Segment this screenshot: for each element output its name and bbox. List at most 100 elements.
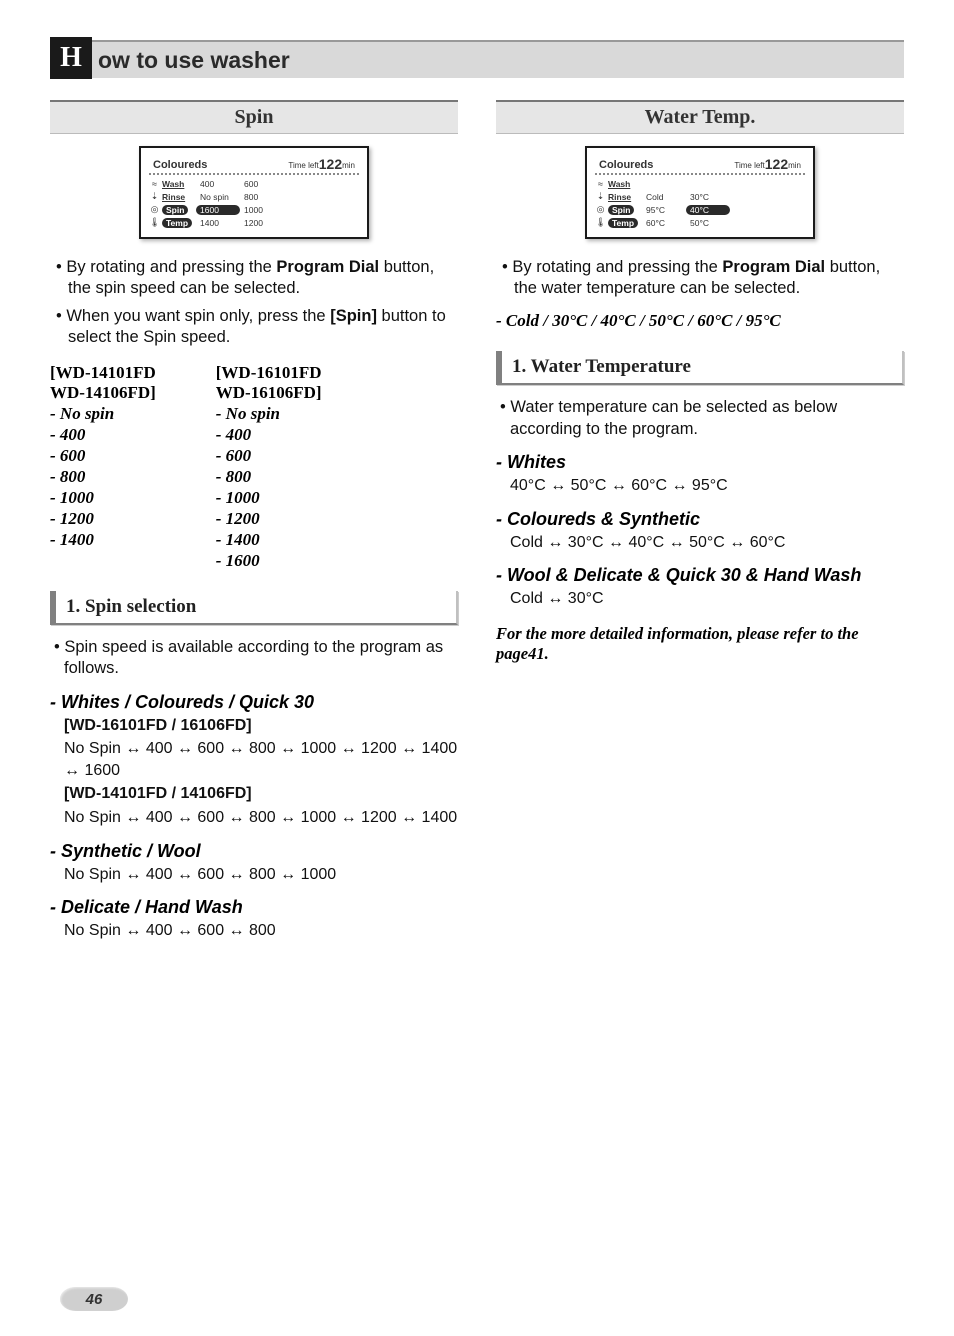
lcd-icon: ◎ bbox=[595, 204, 606, 215]
program-heading: - Wool & Delicate & Quick 30 & Hand Wash bbox=[496, 565, 904, 586]
model-name: WD-14106FD] bbox=[50, 383, 156, 403]
model-name: [WD-14101FD bbox=[50, 363, 156, 383]
spin-options-table: [WD-14101FDWD-14106FD]- No spin- 400- 60… bbox=[50, 363, 458, 571]
water-temp-desc: • Water temperature can be selected as b… bbox=[496, 397, 904, 440]
lcd-vals-row: 95°C40°C bbox=[642, 203, 805, 216]
lcd-label: Temp bbox=[162, 218, 192, 228]
lcd-value: 95°C bbox=[642, 205, 686, 215]
bullet-item: • By rotating and pressing the Program D… bbox=[50, 257, 458, 300]
spin-option: - No spin bbox=[50, 404, 156, 424]
spin-option: - No spin bbox=[216, 404, 322, 424]
lcd-value: 50°C bbox=[686, 218, 730, 228]
lcd-row-label: ◎Spin bbox=[595, 203, 638, 216]
page-number: 46 bbox=[60, 1287, 128, 1311]
lcd-value: 1200 bbox=[240, 218, 284, 228]
program-heading: - Delicate / Hand Wash bbox=[50, 897, 458, 918]
header-initial: H bbox=[50, 37, 92, 79]
spin-option: - 1200 bbox=[216, 509, 322, 529]
program-line: Cold ↔ 30°C bbox=[510, 588, 904, 610]
lcd-row-label: ⇣Rinse bbox=[595, 190, 638, 203]
lcd-icon: ≈ bbox=[595, 179, 606, 189]
lcd-row-label: ≈Wash bbox=[149, 177, 192, 190]
left-column: Spin Coloureds Time left122min ≈Wash⇣Rin… bbox=[50, 100, 458, 944]
lcd-value: 30°C bbox=[686, 192, 730, 202]
program-heading: - Whites / Coloureds / Quick 30 bbox=[50, 692, 458, 713]
spin-option: - 1000 bbox=[216, 488, 322, 508]
program-heading: - Coloureds & Synthetic bbox=[496, 509, 904, 530]
program-line: Cold ↔ 30°C ↔ 40°C ↔ 50°C ↔ 60°C bbox=[510, 532, 904, 554]
header-title: ow to use washer bbox=[98, 47, 290, 74]
program-line: No Spin ↔ 400 ↔ 600 ↔ 800 ↔ 1000 ↔ 1200 … bbox=[64, 807, 458, 829]
lcd-value: 60°C bbox=[642, 218, 686, 228]
lcd-time: Time left122min bbox=[288, 156, 355, 172]
spin-option: - 1400 bbox=[216, 530, 322, 550]
lcd-value: 1000 bbox=[240, 205, 284, 215]
subheading-water-temperature: 1. Water Temperature bbox=[496, 351, 904, 385]
program-list-left: - Whites / Coloureds / Quick 30[WD-16101… bbox=[50, 692, 458, 942]
lcd-program: Coloureds bbox=[153, 159, 207, 171]
lcd-vals-row: 16001000 bbox=[196, 203, 359, 216]
program-line: 40°C ↔ 50°C ↔ 60°C ↔ 95°C bbox=[510, 475, 904, 497]
lcd-rows: ≈Wash⇣Rinse◎Spin🌡TempCold30°C95°C40°C60°… bbox=[595, 177, 805, 229]
lcd-panel-temp: Coloureds Time left122min ≈Wash⇣Rinse◎Sp… bbox=[585, 146, 815, 239]
page: H ow to use washer Spin Coloureds Time l… bbox=[0, 0, 954, 1336]
lcd-row-label: ⇣Rinse bbox=[149, 190, 192, 203]
lcd-icon: 🌡 bbox=[149, 217, 160, 228]
section-title-spin: Spin bbox=[50, 100, 458, 134]
lcd-panel-spin: Coloureds Time left122min ≈Wash⇣Rinse◎Sp… bbox=[139, 146, 369, 239]
lcd-row-label: 🌡Temp bbox=[149, 216, 192, 229]
lcd-value: 600 bbox=[240, 179, 284, 189]
spin-option: - 600 bbox=[216, 446, 322, 466]
spin-option: - 400 bbox=[216, 425, 322, 445]
right-column: Water Temp. Coloureds Time left122min ≈W… bbox=[496, 100, 904, 944]
program-line: [WD-16101FD / 16106FD] bbox=[64, 715, 458, 737]
spin-option: - 800 bbox=[216, 467, 322, 487]
lcd-label: Wash bbox=[608, 179, 630, 189]
lcd-label: Rinse bbox=[608, 192, 631, 202]
detail-reference: For the more detailed information, pleas… bbox=[496, 624, 904, 665]
lcd-vals-row bbox=[642, 177, 805, 190]
lcd-value: 400 bbox=[196, 179, 240, 189]
lcd-vals-row: No spin800 bbox=[196, 190, 359, 203]
spin-option: - 800 bbox=[50, 467, 156, 487]
model-name: [WD-16101FD bbox=[216, 363, 322, 383]
lcd-value: No spin bbox=[196, 192, 240, 202]
bullet-list: • By rotating and pressing the Program D… bbox=[50, 257, 458, 349]
spin-option: - 1600 bbox=[216, 551, 322, 571]
lcd-label: Spin bbox=[162, 205, 188, 215]
spin-option: - 400 bbox=[50, 425, 156, 445]
program-heading: - Whites bbox=[496, 452, 904, 473]
lcd-label: Rinse bbox=[162, 192, 185, 202]
lcd-time: Time left122min bbox=[734, 156, 801, 172]
program-list-right: - Whites40°C ↔ 50°C ↔ 60°C ↔ 95°C - Colou… bbox=[496, 452, 904, 610]
lcd-row-label: ◎Spin bbox=[149, 203, 192, 216]
lcd-vals-row: 14001200 bbox=[196, 216, 359, 229]
spin-option: - 600 bbox=[50, 446, 156, 466]
lcd-value: 40°C bbox=[686, 205, 730, 215]
lcd-rows: ≈Wash⇣Rinse◎Spin🌡Temp 400600No spin800160… bbox=[149, 177, 359, 229]
content-columns: Spin Coloureds Time left122min ≈Wash⇣Rin… bbox=[50, 100, 904, 944]
lcd-label: Temp bbox=[608, 218, 638, 228]
lcd-icon: 🌡 bbox=[595, 217, 606, 228]
bullet-item: • When you want spin only, press the [Sp… bbox=[50, 306, 458, 349]
lcd-vals-row: Cold30°C bbox=[642, 190, 805, 203]
program-line: No Spin ↔ 400 ↔ 600 ↔ 800 bbox=[64, 920, 458, 942]
lcd-row-label: 🌡Temp bbox=[595, 216, 638, 229]
section-title-watertemp: Water Temp. bbox=[496, 100, 904, 134]
lcd-value: 1400 bbox=[196, 218, 240, 228]
lcd-icon: ⇣ bbox=[595, 191, 606, 202]
lcd-row-label: ≈Wash bbox=[595, 177, 638, 190]
subheading-spin-selection: 1. Spin selection bbox=[50, 591, 458, 625]
lcd-program: Coloureds bbox=[599, 159, 653, 171]
model-name: WD-16106FD] bbox=[216, 383, 322, 403]
spin-option: - 1400 bbox=[50, 530, 156, 550]
lcd-icon: ⇣ bbox=[149, 191, 160, 202]
lcd-vals-row: 60°C50°C bbox=[642, 216, 805, 229]
spin-option: - 1000 bbox=[50, 488, 156, 508]
spin-option: - 1200 bbox=[50, 509, 156, 529]
program-heading: - Synthetic / Wool bbox=[50, 841, 458, 862]
spin-model-column: [WD-16101FDWD-16106FD]- No spin- 400- 60… bbox=[216, 363, 322, 571]
lcd-label: Wash bbox=[162, 179, 184, 189]
spin-model-column: [WD-14101FDWD-14106FD]- No spin- 400- 60… bbox=[50, 363, 156, 571]
lcd-icon: ≈ bbox=[149, 179, 160, 189]
